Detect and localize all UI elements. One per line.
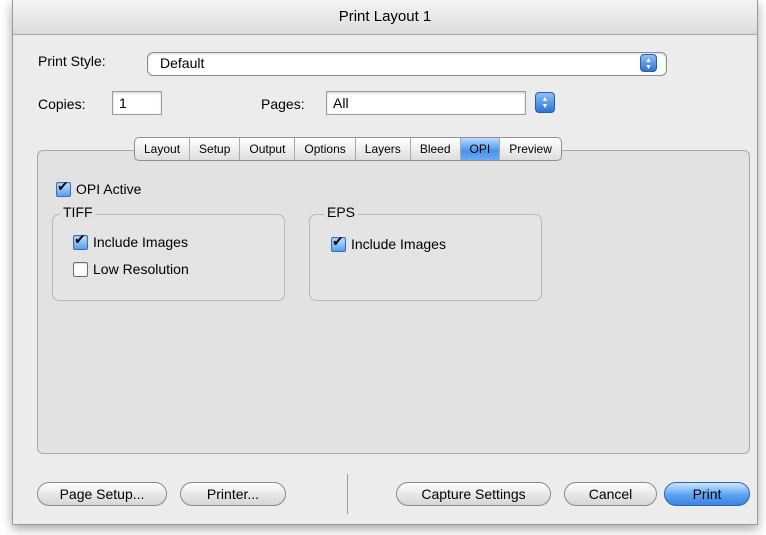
tiff-include-images-checkbox[interactable]: Include Images xyxy=(73,232,188,250)
tab-options[interactable]: Options xyxy=(294,138,354,160)
eps-group xyxy=(309,214,542,301)
printer-button[interactable]: Printer... xyxy=(180,482,286,506)
print-dialog-window: Print Layout 1 Print Style: Default ▲ ▼ C… xyxy=(12,0,758,525)
eps-group-title: EPS xyxy=(324,204,359,220)
pages-label: Pages: xyxy=(261,96,305,112)
tab-opi[interactable]: OPI xyxy=(459,138,500,160)
tab-bleed[interactable]: Bleed xyxy=(409,138,460,160)
updown-arrows-icon: ▲ ▼ xyxy=(640,54,657,72)
tab-layout[interactable]: Layout xyxy=(135,138,189,160)
tab-setup[interactable]: Setup xyxy=(189,138,239,160)
tab-layers[interactable]: Layers xyxy=(354,138,410,160)
page-setup-button[interactable]: Page Setup... xyxy=(37,482,167,506)
cancel-button[interactable]: Cancel xyxy=(564,482,657,506)
tiff-group xyxy=(52,214,285,301)
print-button[interactable]: Print xyxy=(664,482,750,506)
tab-bar: Layout Setup Output Options Layers Bleed… xyxy=(134,137,562,161)
print-style-value: Default xyxy=(160,55,205,71)
opi-active-label: OPI Active xyxy=(76,181,142,197)
button-divider xyxy=(347,474,348,514)
tiff-low-resolution-checkbox[interactable]: Low Resolution xyxy=(73,261,189,277)
pages-field[interactable]: All xyxy=(326,91,526,115)
pages-popup-button[interactable]: ▲ ▼ xyxy=(535,92,555,113)
tiff-group-title: TIFF xyxy=(60,204,96,220)
print-style-select[interactable]: Default ▲ ▼ xyxy=(147,52,667,76)
opi-active-checkbox[interactable]: OPI Active xyxy=(56,179,142,197)
checkbox-checked-icon xyxy=(331,234,346,252)
print-style-label: Print Style: xyxy=(38,53,106,69)
checkbox-checked-icon xyxy=(56,179,71,197)
tab-preview[interactable]: Preview xyxy=(499,138,561,160)
tiff-low-resolution-label: Low Resolution xyxy=(93,261,189,277)
copies-label: Copies: xyxy=(38,96,86,112)
eps-include-images-checkbox[interactable]: Include Images xyxy=(331,234,446,252)
tab-output[interactable]: Output xyxy=(239,138,294,160)
checkbox-unchecked-icon xyxy=(73,261,88,277)
capture-settings-button[interactable]: Capture Settings xyxy=(396,482,551,506)
copies-field[interactable]: 1 xyxy=(112,91,162,115)
window-title: Print Layout 1 xyxy=(13,0,757,35)
checkbox-checked-icon xyxy=(73,232,88,250)
eps-include-images-label: Include Images xyxy=(351,236,446,252)
tiff-include-images-label: Include Images xyxy=(93,234,188,250)
tab-panel: OPI Active TIFF Include Images Low Resol… xyxy=(37,150,750,454)
